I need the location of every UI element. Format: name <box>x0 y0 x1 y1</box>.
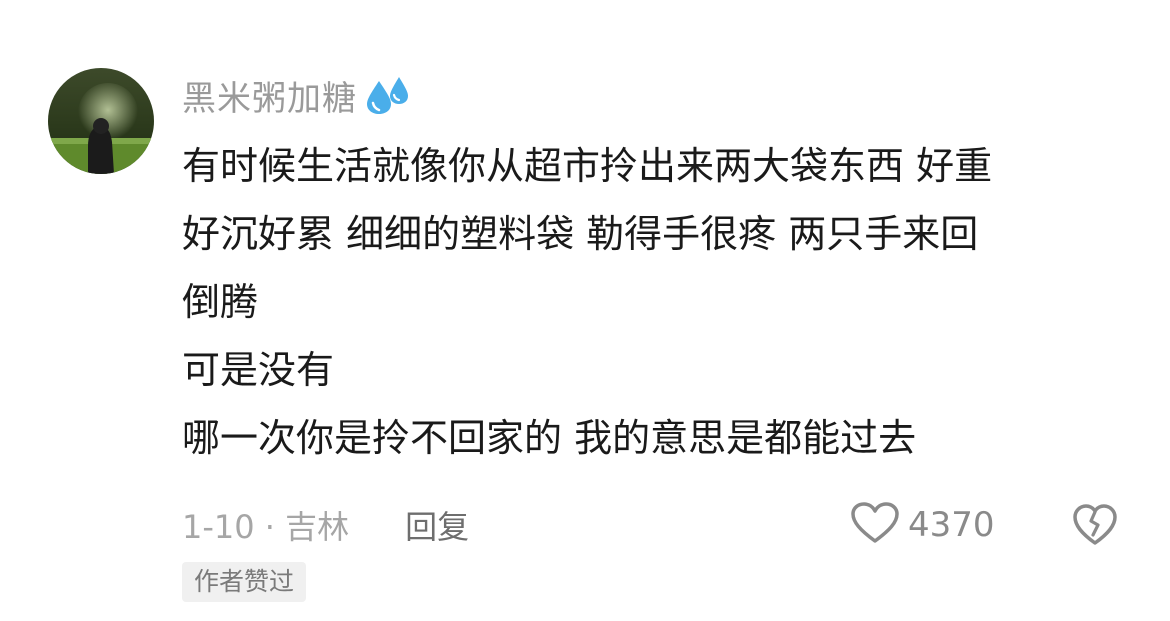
comment-line: 哪一次你是拎不回家的 我的意思是都能过去 <box>182 416 917 460</box>
heart-icon <box>850 501 900 549</box>
comment-text: 有时候生活就像你从超市拎出来两大袋东西 好重 好沉好累 细细的塑料袋 勒得手很疼… <box>182 132 1132 472</box>
like-button[interactable]: 4370 <box>850 500 995 550</box>
sweat-droplets-icon <box>365 75 413 115</box>
broken-heart-icon <box>1072 504 1118 551</box>
dislike-button[interactable] <box>1072 503 1118 547</box>
username-row: 黑米粥加糖 <box>182 70 413 120</box>
comment-line: 倒腾 <box>182 280 259 324</box>
username[interactable]: 黑米粥加糖 <box>182 71 357 120</box>
avatar-image <box>48 68 154 174</box>
like-count: 4370 <box>908 505 995 545</box>
author-liked-badge: 作者赞过 <box>182 562 307 602</box>
date-location: 1-10 · 吉林 <box>182 508 350 546</box>
avatar[interactable] <box>48 68 154 174</box>
comment-line: 有时候生活就像你从超市拎出来两大袋东西 好重 <box>182 144 993 188</box>
comment-line: 好沉好累 细细的塑料袋 勒得手很疼 两只手来回 <box>182 212 979 256</box>
reply-button[interactable]: 回复 <box>405 502 469 548</box>
comment-meta: 1-10 · 吉林 回复 <box>182 502 469 548</box>
comment-line: 可是没有 <box>182 348 335 392</box>
